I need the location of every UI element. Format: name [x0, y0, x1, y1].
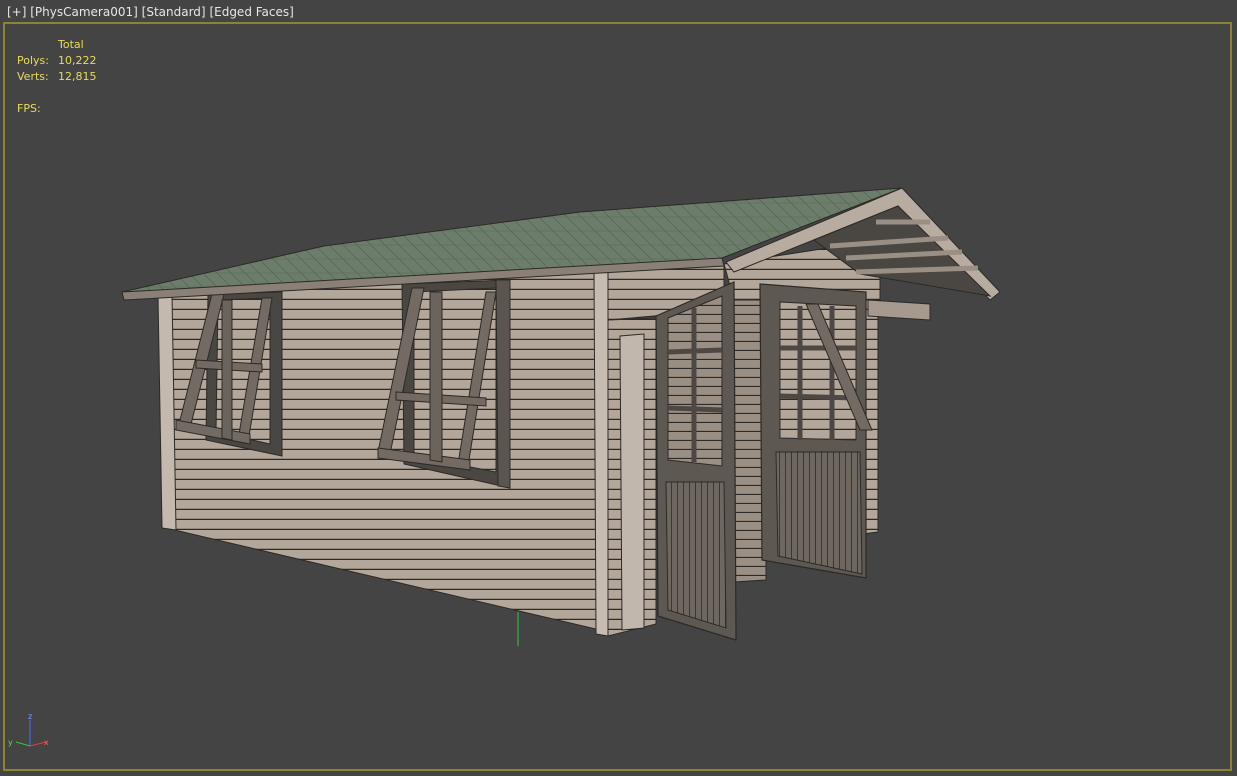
door-left [655, 281, 737, 641]
axis-z-label: z [28, 712, 32, 721]
axis-y-label: y [8, 738, 13, 747]
perspective-viewport[interactable]: [+] [PhysCamera001] [Standard] [Edged Fa… [0, 0, 1237, 776]
axis-x-label: x [44, 738, 49, 747]
scene-render[interactable] [0, 0, 1237, 776]
axis-gizmo: z x y [8, 712, 49, 747]
door-right [759, 283, 873, 579]
